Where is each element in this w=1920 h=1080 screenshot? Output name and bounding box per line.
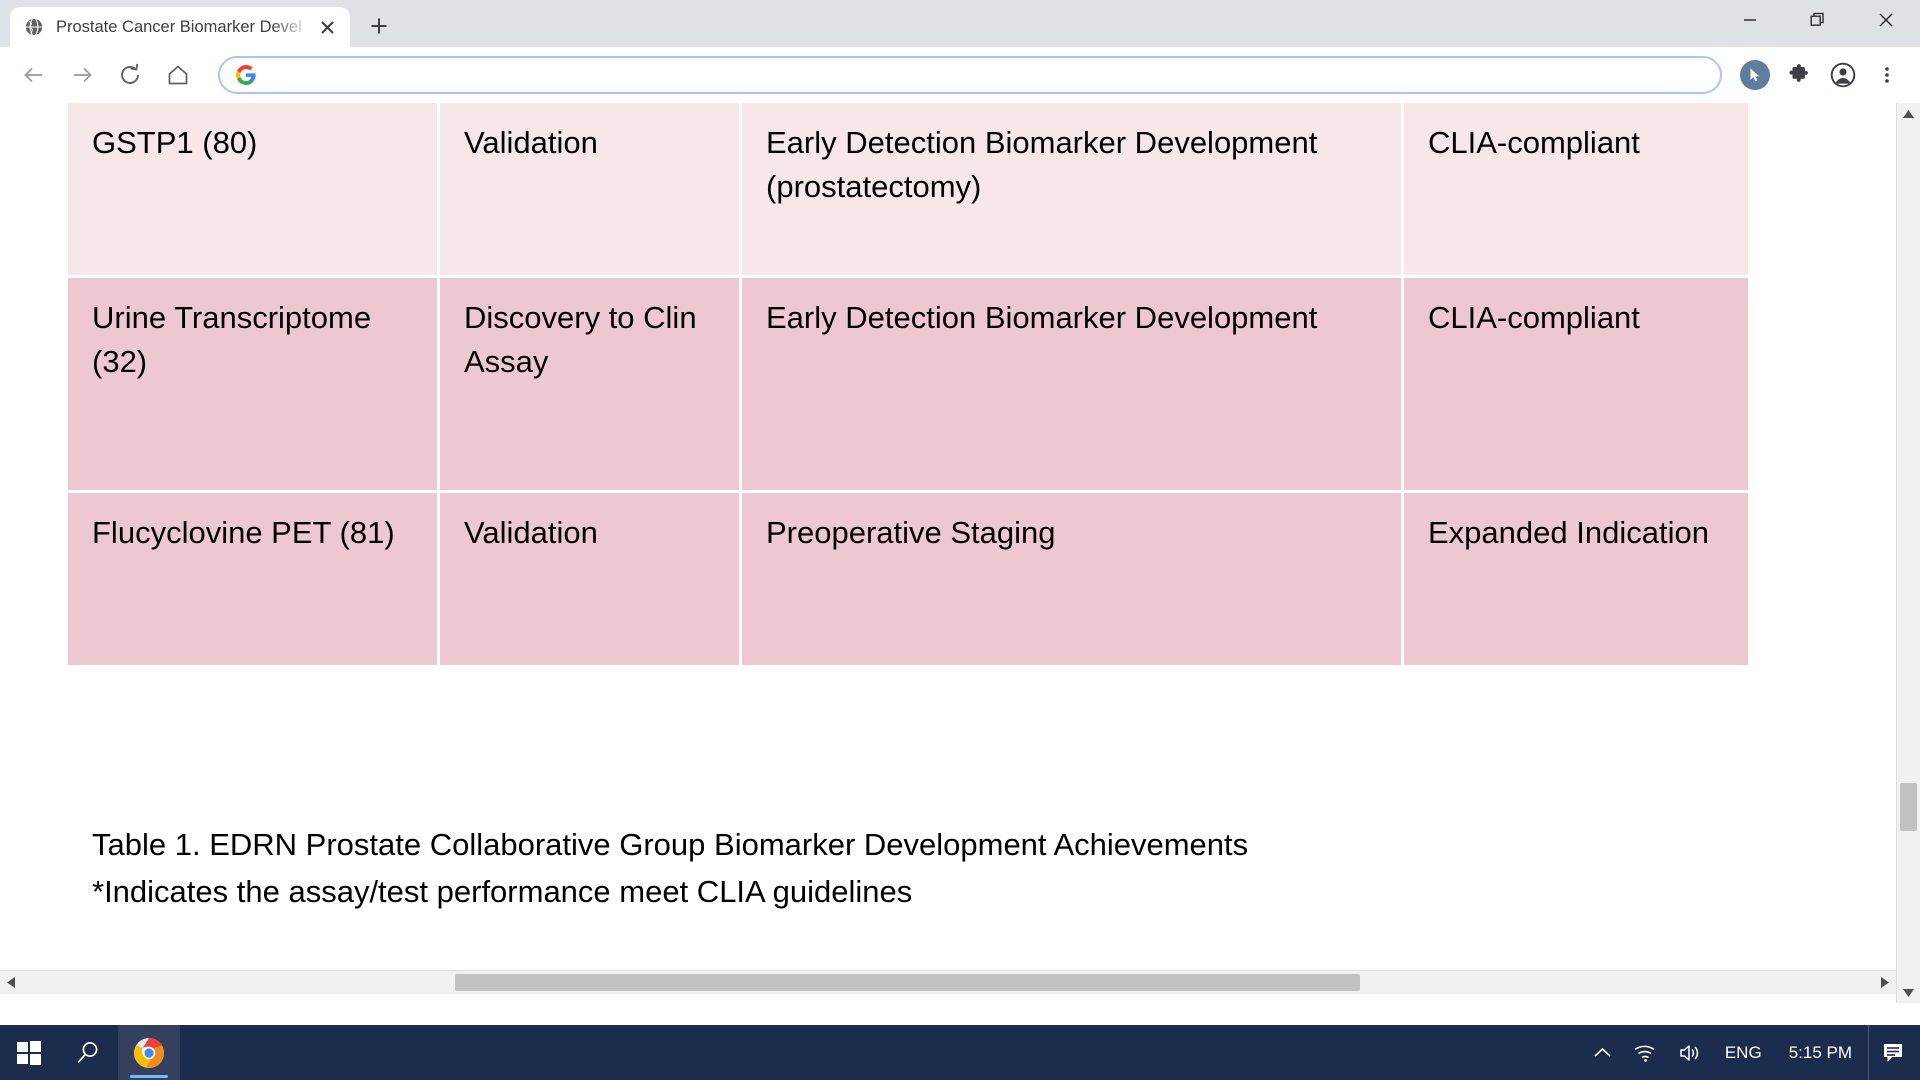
tray-language-indicator[interactable]: ENG — [1714, 1025, 1773, 1080]
minimize-icon — [1744, 19, 1756, 21]
account-avatar-icon — [1830, 62, 1856, 88]
browser-menu-button[interactable] — [1866, 54, 1908, 96]
tray-volume-button[interactable] — [1668, 1025, 1714, 1080]
tab-close-icon[interactable] — [314, 14, 340, 40]
address-input[interactable] — [270, 66, 1706, 84]
biomarker-achievements-table: GSTP1 (80) Validation Early Detection Bi… — [68, 103, 1748, 665]
scroll-up-arrow-icon[interactable] — [1897, 103, 1920, 125]
chevron-up-icon — [1594, 1047, 1611, 1057]
vertical-scrollbar-thumb[interactable] — [1900, 783, 1917, 831]
windows-start-icon — [17, 1040, 41, 1065]
new-tab-button[interactable] — [360, 7, 398, 45]
browser-title-bar: Prostate Cancer Biomarker Devel — [0, 0, 1920, 47]
scroll-left-arrow-icon[interactable] — [0, 971, 22, 994]
taskbar-chrome-button[interactable] — [118, 1025, 180, 1080]
back-arrow-icon — [24, 67, 42, 83]
table-cell-biomarker: Flucyclovine PET (81) — [68, 493, 440, 665]
caption-line-title: Table 1. EDRN Prostate Collaborative Gro… — [92, 827, 1249, 862]
forward-arrow-icon — [74, 67, 92, 83]
horizontal-scrollbar-thumb[interactable] — [455, 974, 1360, 991]
horizontal-scrollbar[interactable] — [0, 970, 1896, 994]
table-cell-phase: Discovery to Clin Assay — [440, 278, 742, 493]
table-row: GSTP1 (80) Validation Early Detection Bi… — [68, 103, 1748, 278]
reload-button[interactable] — [108, 53, 152, 97]
vertical-scrollbar[interactable] — [1896, 103, 1920, 1003]
scroll-down-arrow-icon[interactable] — [1897, 981, 1920, 1003]
tray-clock[interactable]: 5:15 PM — [1773, 1025, 1868, 1080]
window-controls — [1716, 0, 1920, 47]
globe-icon — [24, 17, 44, 37]
table-cell-application: Early Detection Biomarker Development — [742, 278, 1404, 493]
taskbar-search-button[interactable] — [58, 1025, 118, 1080]
tray-notifications-button[interactable] — [1868, 1025, 1916, 1080]
tray-network-button[interactable] — [1622, 1025, 1668, 1080]
table-cell-biomarker: Urine Transcriptome (32) — [68, 278, 440, 493]
table-cell-status: CLIA-compliant — [1404, 103, 1748, 278]
window-restore-button[interactable] — [1784, 0, 1852, 40]
scroll-right-arrow-icon[interactable] — [1874, 971, 1896, 994]
table-caption: Table 1. EDRN Prostate Collaborative Gro… — [92, 821, 1812, 915]
address-bar[interactable] — [218, 56, 1722, 94]
browser-toolbar — [0, 47, 1920, 103]
three-dot-menu-icon — [1885, 67, 1889, 83]
start-button[interactable] — [0, 1025, 58, 1080]
table-row: Urine Transcriptome (32) Discovery to Cl… — [68, 278, 1748, 493]
chrome-icon — [134, 1037, 164, 1068]
notification-icon — [1883, 1043, 1902, 1062]
cursor-indicator-button[interactable] — [1734, 54, 1776, 96]
profile-button[interactable] — [1822, 54, 1864, 96]
table-cell-biomarker: GSTP1 (80) — [68, 103, 440, 278]
tab-title: Prostate Cancer Biomarker Devel — [56, 17, 302, 36]
home-icon — [168, 65, 188, 85]
window-close-button[interactable] — [1852, 0, 1920, 40]
back-button[interactable] — [12, 53, 56, 97]
speaker-icon — [1680, 1044, 1699, 1061]
wifi-icon — [1634, 1045, 1655, 1062]
window-minimize-button[interactable] — [1716, 0, 1784, 40]
windows-taskbar: ENG 5:15 PM — [0, 1025, 1920, 1080]
home-button[interactable] — [156, 53, 200, 97]
browser-tab[interactable]: Prostate Cancer Biomarker Devel — [10, 7, 350, 47]
extensions-button[interactable] — [1778, 54, 1820, 96]
page-viewport: GSTP1 (80) Validation Early Detection Bi… — [0, 103, 1920, 1025]
system-tray: ENG 5:15 PM — [1583, 1025, 1920, 1080]
table-row: Flucyclovine PET (81) Validation Preoper… — [68, 493, 1748, 665]
table-cell-application: Early Detection Biomarker Development (p… — [742, 103, 1404, 278]
google-g-icon — [236, 65, 256, 85]
search-icon — [77, 1041, 98, 1063]
table-cell-phase: Validation — [440, 103, 742, 278]
forward-button[interactable] — [60, 53, 104, 97]
table-cell-phase: Validation — [440, 493, 742, 665]
puzzle-piece-icon — [1789, 64, 1808, 82]
tab-strip: Prostate Cancer Biomarker Devel — [0, 0, 398, 47]
cursor-pointer-icon — [1740, 60, 1770, 90]
table-cell-application: Preoperative Staging — [742, 493, 1404, 665]
table-cell-status: Expanded Indication — [1404, 493, 1748, 665]
reload-icon — [121, 63, 139, 84]
restore-icon — [1810, 12, 1824, 26]
tray-overflow-button[interactable] — [1583, 1025, 1622, 1080]
table-cell-status: CLIA-compliant — [1404, 278, 1748, 493]
close-icon — [1879, 13, 1893, 27]
plus-icon — [371, 18, 387, 34]
document-content: GSTP1 (80) Validation Early Detection Bi… — [0, 103, 1896, 1003]
caption-line-footnote: *Indicates the assay/test performance me… — [92, 874, 913, 910]
